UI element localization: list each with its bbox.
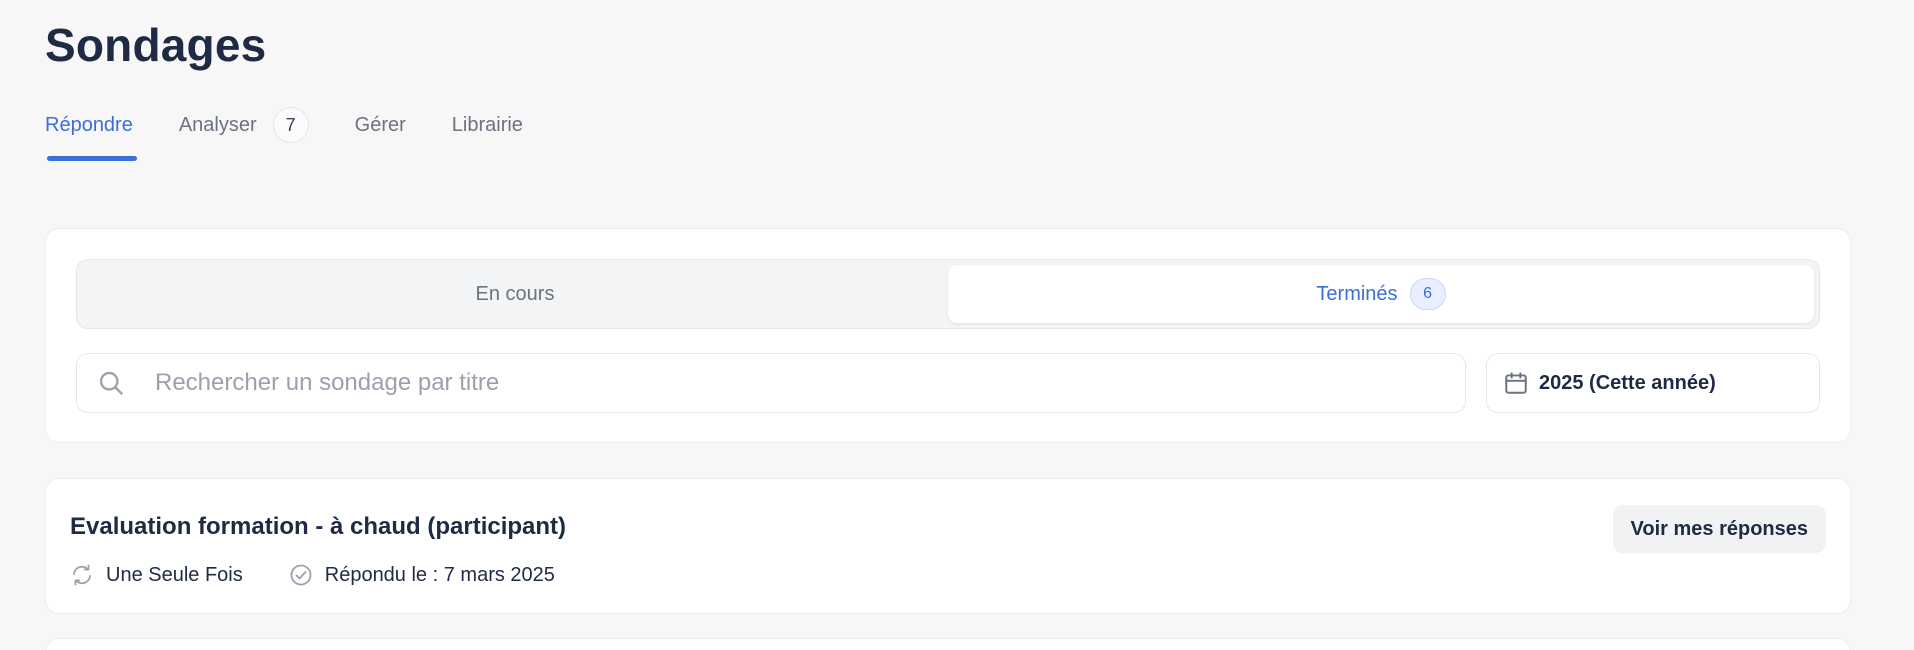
survey-card: Evaluation formation - à chaud (particip… bbox=[45, 478, 1851, 614]
tab-label: Gérer bbox=[354, 113, 406, 136]
survey-answered-date: Répondu le : 7 mars 2025 bbox=[289, 563, 555, 587]
page-title: Sondages bbox=[45, 19, 267, 71]
survey-card-partial bbox=[45, 638, 1851, 650]
search-input[interactable] bbox=[155, 369, 1355, 397]
repeat-icon bbox=[73, 564, 91, 586]
tab-repondre[interactable]: Répondre bbox=[45, 106, 137, 161]
segment-count-badge: 6 bbox=[1409, 278, 1446, 310]
segment-label: Terminés bbox=[1316, 282, 1398, 305]
survey-frequency-label: Une Seule Fois bbox=[106, 563, 243, 586]
segment-en-cours[interactable]: En cours bbox=[82, 265, 948, 323]
survey-answered-label: Répondu le : 7 mars 2025 bbox=[324, 563, 555, 586]
tab-gerer[interactable]: Gérer bbox=[355, 106, 406, 144]
search-icon bbox=[99, 371, 123, 395]
tab-count-badge: 7 bbox=[272, 107, 309, 143]
status-segmented-control: En cours Terminés 6 bbox=[76, 259, 1820, 329]
tab-analyser[interactable]: Analyser 7 bbox=[179, 106, 309, 144]
page: Sondages Répondre Analyser 7 Gérer Libra… bbox=[0, 0, 1914, 650]
main-tabs: Répondre Analyser 7 Gérer Librairie bbox=[45, 106, 569, 162]
check-circle-icon bbox=[290, 564, 312, 586]
tab-label: Librairie bbox=[451, 113, 523, 136]
survey-title: Evaluation formation - à chaud (particip… bbox=[70, 513, 567, 540]
search-box[interactable] bbox=[76, 353, 1466, 413]
segment-termines[interactable]: Terminés 6 bbox=[948, 265, 1814, 323]
year-filter-label: 2025 (Cette année) bbox=[1539, 371, 1716, 394]
year-filter-select[interactable]: 2025 (Cette année) bbox=[1486, 353, 1820, 413]
survey-frequency: Une Seule Fois bbox=[70, 563, 243, 587]
tab-label: Répondre bbox=[45, 113, 133, 136]
segment-label: En cours bbox=[475, 282, 555, 305]
tab-librairie[interactable]: Librairie bbox=[452, 106, 523, 144]
view-answers-button[interactable]: Voir mes réponses bbox=[1612, 505, 1826, 553]
filter-panel: En cours Terminés 6 2025 (Cette année) bbox=[45, 228, 1851, 443]
survey-meta: Une Seule Fois Répondu le : 7 mars 2025 bbox=[70, 563, 601, 587]
tab-label: Analyser bbox=[178, 113, 257, 136]
calendar-icon bbox=[1505, 372, 1527, 394]
